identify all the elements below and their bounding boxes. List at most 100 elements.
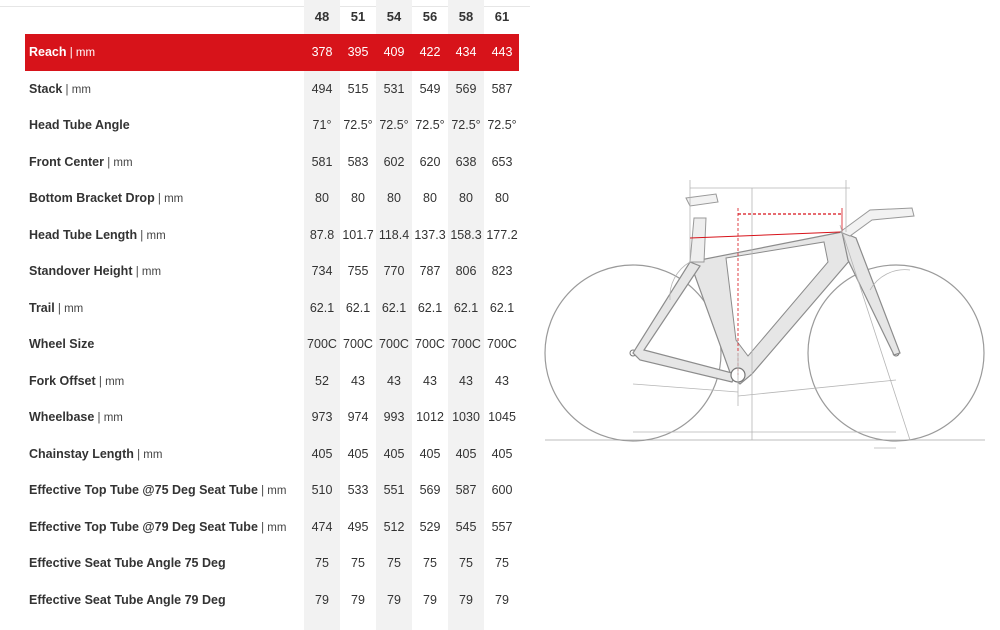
row-value: 177.2 <box>486 227 518 242</box>
geometry-row[interactable]: Wheelbase | mm 973 974 993 1012 1030 1045 <box>25 399 519 436</box>
row-value: 551 <box>383 483 405 497</box>
geometry-row[interactable]: Effective Top Tube @79 Deg Seat Tube | m… <box>25 509 519 546</box>
row-label: Wheelbase | mm <box>29 399 123 437</box>
geometry-row[interactable]: Fork Offset | mm 52 43 43 43 43 43 <box>25 363 519 400</box>
row-unit: | mm <box>94 412 123 424</box>
row-value: 87.8 <box>309 227 335 242</box>
geometry-row[interactable]: Reach | mm 378 395 409 422 434 443 <box>25 34 519 71</box>
geometry-row[interactable]: Standover Height | mm 734 755 770 787 806 823 <box>25 253 519 290</box>
row-label-text: Wheelbase <box>29 410 95 424</box>
row-value: 71° <box>312 118 332 132</box>
aerobars <box>838 207 915 237</box>
geometry-row[interactable]: Effective Seat Tube Angle 75 Deg 75 75 75 75… <box>25 545 519 582</box>
row-value: 62.1 <box>489 300 515 315</box>
geometry-row[interactable]: Trail | mm 62.1 62.1 62.1 62.1 62.1 62.1 <box>25 290 519 327</box>
size-header-61[interactable]: 61 <box>484 7 520 27</box>
seatpost <box>689 217 707 263</box>
row-unit: | mm <box>95 375 125 388</box>
row-value: 700C <box>343 337 373 351</box>
geometry-row[interactable]: Bottom Bracket Drop | mm 80 80 80 80 80 80 <box>25 180 519 217</box>
row-label: Head Tube Angle <box>29 107 130 145</box>
row-value: 422 <box>419 45 441 59</box>
row-unit: | mm <box>104 156 133 169</box>
row-value: 80 <box>387 191 401 205</box>
geometry-row[interactable]: Stack | mm 494 515 531 549 569 587 <box>25 71 519 108</box>
row-value: 101.7 <box>342 227 374 242</box>
row-unit: | mm <box>137 229 166 242</box>
row-value: 79 <box>423 592 437 607</box>
row-unit: | mm <box>66 47 96 59</box>
row-value: 510 <box>311 483 333 497</box>
row-value: 443 <box>491 45 513 59</box>
geometry-row[interactable]: Wheel Size 700C 700C 700C 700C 700C 700C <box>25 326 519 363</box>
row-value: 52 <box>315 373 329 388</box>
row-label: Stack | mm <box>29 71 91 109</box>
row-label-text: Wheel Size <box>29 337 95 351</box>
row-value: 549 <box>419 81 441 96</box>
row-value: 993 <box>383 410 405 424</box>
row-value: 72.5° <box>451 118 481 132</box>
geometry-rows: Reach | mm 378 395 409 422 434 443 Stack | mm 49… <box>25 34 519 618</box>
size-header-51[interactable]: 51 <box>340 7 376 27</box>
row-unit: | mm <box>257 485 287 497</box>
size-header-54[interactable]: 54 <box>376 7 412 27</box>
row-value: 770 <box>383 264 405 278</box>
head-angle-arc <box>869 269 911 291</box>
row-unit: | mm <box>154 193 184 205</box>
row-value: 653 <box>491 154 513 169</box>
row-value: 700C <box>307 337 337 351</box>
chainstay-line <box>632 383 739 393</box>
row-value: 823 <box>491 264 513 278</box>
row-value: 495 <box>347 519 369 534</box>
row-value: 974 <box>347 410 369 424</box>
row-value: 700C <box>451 337 481 351</box>
row-label-text: Trail <box>29 300 55 315</box>
row-value: 700C <box>379 337 409 351</box>
size-header-58[interactable]: 58 <box>448 7 484 27</box>
row-label-text: Effective Top Tube @79 Deg Seat Tube <box>29 519 258 534</box>
row-label: Standover Height | mm <box>29 253 161 291</box>
size-header-48[interactable]: 48 <box>304 7 340 27</box>
row-label: Wheel Size <box>29 326 94 364</box>
row-value: 583 <box>347 154 369 169</box>
row-value: 405 <box>311 446 333 461</box>
row-value: 80 <box>351 191 365 205</box>
row-value: 158.3 <box>450 227 482 242</box>
row-label-text: Front Center <box>29 154 104 169</box>
row-value: 533 <box>347 483 369 497</box>
row-value: 75 <box>495 556 509 570</box>
row-value: 620 <box>419 154 441 169</box>
row-value: 43 <box>459 373 473 388</box>
row-label: Reach | mm <box>29 34 95 72</box>
size-header-56[interactable]: 56 <box>412 7 448 27</box>
row-value: 43 <box>387 373 401 388</box>
row-label-text: Effective Seat Tube Angle 79 Deg <box>29 592 226 607</box>
row-value: 80 <box>495 191 509 205</box>
row-label: Effective Top Tube @75 Deg Seat Tube | m… <box>29 472 286 510</box>
row-label-text: Chainstay Length <box>29 446 134 461</box>
row-value: 515 <box>347 81 369 96</box>
row-value: 79 <box>315 592 329 607</box>
geometry-row[interactable]: Effective Seat Tube Angle 79 Deg 79 79 79 79… <box>25 582 519 619</box>
row-unit: | mm <box>133 448 163 461</box>
row-value: 79 <box>495 592 509 607</box>
row-value: 80 <box>459 191 473 205</box>
row-value: 405 <box>383 446 405 461</box>
geometry-row[interactable]: Head Tube Angle 71° 72.5° 72.5° 72.5° 72.5° 72… <box>25 107 519 144</box>
geometry-row[interactable]: Effective Top Tube @75 Deg Seat Tube | m… <box>25 472 519 509</box>
saddle <box>685 193 719 207</box>
row-value: 474 <box>311 519 333 534</box>
row-label-text: Head Tube Angle <box>29 118 130 132</box>
geometry-row[interactable]: Head Tube Length | mm 87.8 101.7 118.4 137.3… <box>25 217 519 254</box>
row-value: 1030 <box>452 410 480 424</box>
head-angle-line <box>839 224 911 441</box>
row-value: 75 <box>315 556 329 570</box>
row-value: 1045 <box>488 410 516 424</box>
geometry-row[interactable]: Chainstay Length | mm 405 405 405 405 405 405 <box>25 436 519 473</box>
row-label-text: Reach <box>29 45 67 59</box>
row-value: 62.1 <box>417 300 443 315</box>
row-value: 118.4 <box>378 227 410 242</box>
geometry-row[interactable]: Front Center | mm 581 583 602 620 638 653 <box>25 144 519 181</box>
row-value: 80 <box>423 191 437 205</box>
row-value: 494 <box>311 81 333 96</box>
